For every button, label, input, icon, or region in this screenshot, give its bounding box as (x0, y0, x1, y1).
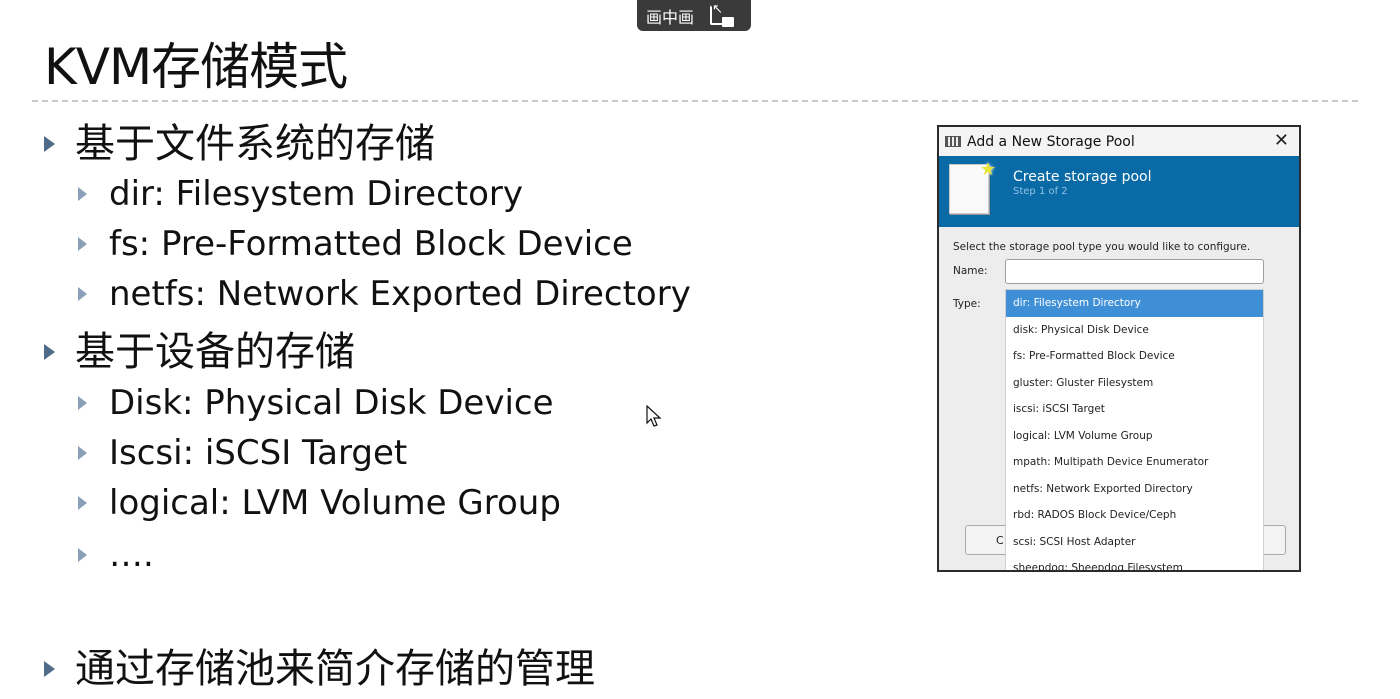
section-heading: 基于文件系统的存储 (44, 118, 435, 170)
bullet-item: logical: LVM Volume Group (78, 480, 561, 526)
bullet-triangle-icon (78, 446, 87, 460)
dropdown-option[interactable]: rbd: RADOS Block Device/Ceph (1006, 502, 1263, 529)
bullet-item: netfs: Network Exported Directory (78, 271, 691, 317)
dialog-header: ★ Create storage pool Step 1 of 2 (939, 156, 1299, 227)
close-icon[interactable]: ✕ (1274, 130, 1289, 151)
dropdown-option[interactable]: logical: LVM Volume Group (1006, 423, 1263, 450)
pip-icon: ↖ (708, 3, 735, 27)
bullet-triangle-icon (78, 187, 87, 201)
picture-in-picture-button[interactable]: 画中画 ↖ (637, 0, 751, 31)
storage-pool-dialog: Add a New Storage Pool ✕ ★ Create storag… (937, 125, 1301, 572)
bullet-triangle-icon (78, 548, 87, 562)
type-label: Type: (953, 298, 981, 310)
dropdown-option[interactable]: mpath: Multipath Device Enumerator (1006, 449, 1263, 476)
dialog-title: Add a New Storage Pool (967, 133, 1135, 150)
dropdown-option[interactable]: dir: Filesystem Directory (1006, 290, 1263, 317)
dialog-titlebar: Add a New Storage Pool ✕ (939, 127, 1299, 156)
type-dropdown-list[interactable]: dir: Filesystem Directory disk: Physical… (1005, 289, 1264, 570)
pip-label: 画中画 (646, 7, 695, 27)
bullet-item: …. (78, 532, 154, 578)
dropdown-option[interactable]: gluster: Gluster Filesystem (1006, 370, 1263, 397)
new-document-icon: ★ (949, 159, 996, 214)
slide-title: KVM存储模式 (44, 38, 348, 96)
section-heading: 通过存储池来简介存储的管理 (44, 643, 595, 695)
bullet-triangle-icon (44, 136, 55, 152)
dropdown-option[interactable]: disk: Physical Disk Device (1006, 317, 1263, 344)
dropdown-option[interactable]: sheepdog: Sheepdog Filesystem (1006, 555, 1263, 570)
dropdown-option[interactable]: netfs: Network Exported Directory (1006, 476, 1263, 503)
bullet-triangle-icon (44, 344, 55, 360)
bullet-item: dir: Filesystem Directory (78, 171, 523, 217)
dropdown-option[interactable]: iscsi: iSCSI Target (1006, 396, 1263, 423)
bullet-item: Disk: Physical Disk Device (78, 380, 554, 426)
bullet-triangle-icon (44, 661, 55, 677)
bullet-item: fs: Pre-Formatted Block Device (78, 221, 633, 267)
bullet-triangle-icon (78, 287, 87, 301)
bullet-triangle-icon (78, 396, 87, 410)
app-icon (945, 136, 961, 147)
bullet-item: Iscsi: iSCSI Target (78, 430, 407, 476)
dialog-prompt: Select the storage pool type you would l… (953, 241, 1251, 253)
name-input[interactable] (1005, 259, 1264, 284)
header-step: Step 1 of 2 (1013, 186, 1068, 197)
bullet-triangle-icon (78, 237, 87, 251)
dropdown-option[interactable]: fs: Pre-Formatted Block Device (1006, 343, 1263, 370)
section-heading: 基于设备的存储 (44, 326, 355, 378)
bullet-triangle-icon (78, 496, 87, 510)
dropdown-option[interactable]: scsi: SCSI Host Adapter (1006, 529, 1263, 556)
mouse-cursor-icon (646, 405, 662, 427)
dialog-body: Select the storage pool type you would l… (939, 227, 1299, 570)
header-title: Create storage pool (1013, 169, 1152, 185)
name-label: Name: (953, 265, 988, 277)
title-divider (32, 100, 1358, 102)
